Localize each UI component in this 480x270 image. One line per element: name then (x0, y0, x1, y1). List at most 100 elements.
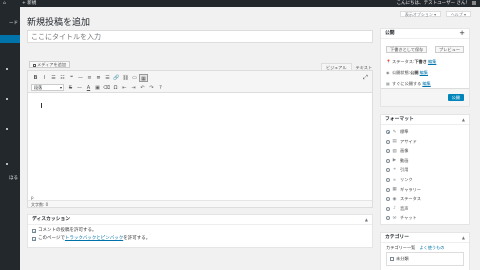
word-count: 文字数: 0 (28, 200, 372, 207)
format-radio[interactable] (386, 206, 390, 211)
discussion-header[interactable]: ディスカッション ▲ (28, 215, 372, 225)
distraction-free-icon[interactable]: ⤢ (362, 74, 369, 81)
publish-button[interactable]: 公開 (447, 94, 464, 101)
allow-comments-checkbox[interactable] (32, 228, 36, 236)
undo-icon[interactable]: ↶ (138, 84, 147, 92)
blockquote-icon[interactable]: ❝ (67, 74, 76, 82)
tab-popular-categories[interactable]: よく使うもの (419, 245, 444, 250)
format-option-label: 動画 (400, 157, 409, 163)
trackback-link[interactable]: トラックバックとピンバック (65, 235, 123, 243)
format-option[interactable]: ◉ ステータス (386, 195, 421, 203)
edit-status-link[interactable]: 編集 (428, 59, 436, 65)
aside-icon: ▤ (392, 139, 397, 145)
format-header[interactable]: フォーマット ▲ (381, 115, 469, 125)
align-left-icon[interactable]: ≡ (85, 74, 94, 82)
format-option-label: 標準 (400, 129, 409, 134)
format-radio[interactable] (386, 158, 390, 163)
help-button[interactable]: ヘルプ ▾ (445, 11, 471, 17)
format-radio[interactable] (386, 187, 390, 192)
status-icon: ◉ (392, 196, 397, 202)
format-option[interactable]: ▦ ギャラリー (386, 186, 421, 194)
special-character-icon[interactable]: Ω (111, 84, 120, 92)
outdent-icon[interactable]: ⇤ (120, 84, 129, 92)
horizontal-rule-icon[interactable]: — (75, 84, 84, 92)
pin-icon: ✎ (392, 129, 397, 135)
allow-pings-row[interactable]: このページでトラックバックとピンバックを許可する。 (28, 235, 372, 244)
format-option[interactable]: ❝ 引用 (386, 166, 408, 174)
tab-all-categories[interactable]: カテゴリー一覧 (386, 245, 415, 250)
format-option[interactable]: ✎ 標準 (386, 128, 408, 136)
redo-icon[interactable]: ↷ (147, 84, 156, 92)
format-radio[interactable] (386, 216, 390, 221)
read-more-icon[interactable]: ▭ (130, 74, 139, 82)
format-radio[interactable] (386, 130, 390, 134)
category-checkbox[interactable] (390, 257, 394, 261)
toggle-arrow-icon[interactable]: ▲ (462, 233, 465, 243)
format-option-label: ギャラリー (400, 186, 421, 192)
text-color-icon[interactable]: A (84, 84, 93, 92)
strikethrough-icon[interactable]: S (66, 84, 75, 92)
help-icon[interactable]: ? (156, 84, 165, 92)
paste-text-icon[interactable]: ▣ (93, 84, 102, 92)
wordpress-home-icon[interactable]: ⌂ (3, 0, 6, 7)
sidebar-marker-icon (6, 127, 14, 131)
publish-header[interactable]: 公開 + (381, 29, 469, 39)
category-item[interactable]: 未分類 (390, 256, 409, 262)
format-radio[interactable] (386, 149, 390, 154)
sidebar-item-collapse[interactable]: ほる (0, 175, 20, 183)
tab-visual[interactable]: ビジュアル (321, 63, 352, 70)
paragraph-format-select[interactable]: 段落 (31, 84, 64, 91)
align-right-icon[interactable]: ☰ (103, 74, 112, 82)
format-radio[interactable] (386, 197, 390, 202)
allow-comments-row[interactable]: コメントの投稿を許可する。 (28, 227, 372, 236)
clear-formatting-icon[interactable]: ⌫ (102, 84, 111, 92)
format-radio[interactable] (386, 168, 390, 173)
add-media-button[interactable]: メディアを追加 (29, 61, 71, 68)
horizontal-line-icon[interactable]: — (76, 74, 85, 82)
format-option[interactable]: ▤ アサイド (386, 138, 417, 146)
gallery-icon: ▦ (392, 187, 397, 193)
format-option[interactable]: ♪ 音声 (386, 205, 408, 213)
sidebar-item-dashboard[interactable]: ード (0, 20, 20, 28)
quote-icon: ❝ (393, 167, 396, 173)
allow-pings-checkbox[interactable] (32, 236, 36, 244)
media-icon (33, 63, 36, 67)
format-option-label: リンク (400, 177, 413, 182)
bold-icon[interactable]: B (31, 74, 40, 82)
pin-icon: 📍 (386, 59, 391, 64)
bullet-list-icon[interactable]: ☰ (49, 74, 58, 82)
toggle-arrow-icon[interactable]: ▲ (462, 115, 465, 125)
user-greeting[interactable]: こんにちは、テストユーザー さん！ (397, 0, 476, 7)
align-center-icon[interactable]: ≣ (94, 74, 103, 82)
new-content-link[interactable]: + 新規 (22, 0, 36, 7)
screen-options-button[interactable]: 表示オプション ▾ (399, 11, 442, 17)
edit-visibility-link[interactable]: 編集 (420, 70, 428, 76)
post-title-input[interactable]: ここにタイトルを入力 (27, 30, 373, 43)
format-option[interactable]: ▶ 動画 (386, 157, 408, 165)
category-header[interactable]: カテゴリー ▲ (381, 233, 469, 243)
editor-content-area[interactable] (28, 93, 372, 197)
toggle-arrow-icon[interactable]: + (459, 28, 465, 38)
preview-button[interactable]: プレビュー (435, 46, 464, 53)
sidebar-item-posts[interactable] (0, 35, 20, 43)
format-option-label: 音声 (400, 205, 409, 211)
edit-schedule-link[interactable]: 編集 (422, 81, 430, 87)
editor-toolbar: BI☰☷❝—≡≣☰🔗⛓▭▦ 段落 S—A▣⌫Ω⇤⇥↶↷? ⤢ (28, 71, 372, 93)
sidebar-item-0[interactable] (0, 10, 20, 18)
toolbar-toggle-icon[interactable]: ▦ (139, 73, 148, 82)
discussion-box: ディスカッション ▲ コメントの投稿を許可する。 このページでトラックバックとピン… (27, 214, 373, 248)
format-radio[interactable] (386, 178, 390, 182)
sidebar-marker-icon (6, 97, 14, 101)
format-radio[interactable] (386, 139, 390, 144)
screen-meta-links: 表示オプション ▾ ヘルプ ▾ (397, 11, 471, 18)
format-option[interactable]: ∞ リンク (386, 176, 413, 184)
format-option[interactable]: ▨ 画像 (386, 147, 408, 155)
insert-link-icon[interactable]: 🔗 (112, 74, 121, 82)
format-option[interactable]: ✉ チャット (386, 214, 417, 222)
remove-link-icon[interactable]: ⛓ (121, 74, 130, 82)
toggle-arrow-icon[interactable]: ▲ (365, 215, 368, 225)
save-draft-button[interactable]: 下書きとして保存 (386, 46, 428, 53)
indent-icon[interactable]: ⇥ (129, 84, 138, 92)
numbered-list-icon[interactable]: ☷ (58, 74, 67, 82)
italic-icon[interactable]: I (40, 74, 49, 82)
